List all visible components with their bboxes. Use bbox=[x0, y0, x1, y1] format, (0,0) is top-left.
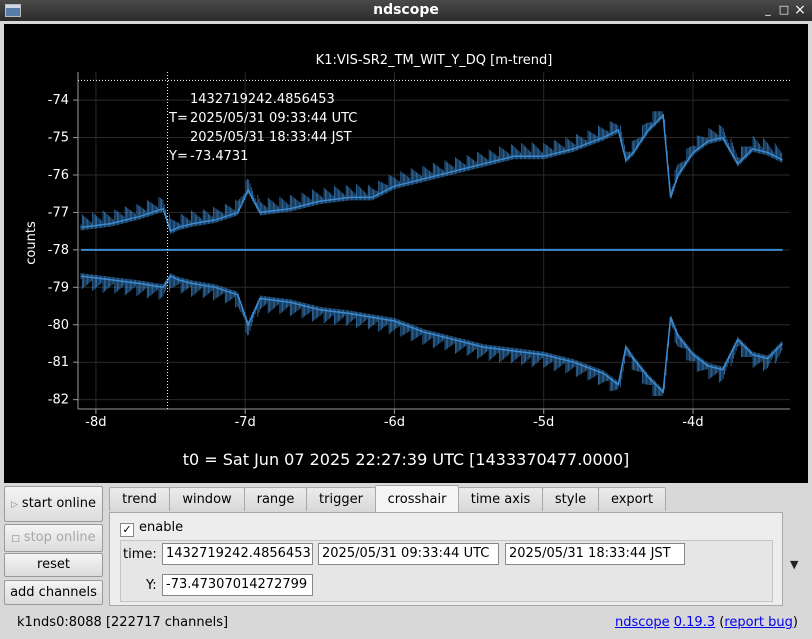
y-tick-label-8: -82 bbox=[48, 393, 69, 408]
plot-title: K1:VIS-SR2_TM_WIT_Y_DQ [m-trend] bbox=[316, 53, 553, 68]
y-tick-label-5: -79 bbox=[48, 280, 69, 295]
y-tick-label-2: -76 bbox=[48, 168, 69, 183]
crosshair-t-prefix: T= bbox=[169, 111, 188, 126]
t0-label: t0 = Sat Jun 07 2025 22:27:39 UTC [14333… bbox=[182, 450, 630, 469]
x-tick-label-0: -8d bbox=[85, 415, 106, 430]
y-tick-label-1: -75 bbox=[48, 131, 69, 146]
y-axis-label: counts bbox=[24, 221, 39, 265]
crosshair-panel: ✓ enable time: 1432719242.4856453 2025/05… bbox=[109, 512, 783, 606]
start-online-button[interactable]: ▷ start online bbox=[4, 486, 103, 522]
collapse-panel-icon[interactable]: ▼ bbox=[790, 558, 798, 571]
crosshair-utc: 2025/05/31 09:33:44 UTC bbox=[190, 111, 358, 126]
enable-checkbox-row[interactable]: ✓ enable bbox=[120, 520, 183, 537]
status-links: ndscope 0.19.3 (report bug) bbox=[615, 615, 798, 630]
channel-count: [222717 channels] bbox=[105, 615, 229, 630]
window-title: ndscope bbox=[373, 2, 439, 18]
add-channels-button[interactable]: add channels bbox=[4, 580, 103, 605]
stop-online-button[interactable]: □ stop online bbox=[4, 524, 103, 552]
series-min bbox=[80, 273, 784, 396]
time-gps-field[interactable]: 1432719242.4856453 bbox=[162, 543, 313, 565]
y-label: Y: bbox=[146, 578, 157, 593]
play-icon: ▷ bbox=[11, 500, 18, 510]
crosshair-gps: 1432719242.4856453 bbox=[190, 92, 335, 107]
crosshair-jst: 2025/05/31 18:33:44 JST bbox=[190, 130, 352, 145]
y-tick-label-7: -81 bbox=[48, 355, 69, 370]
tab-export[interactable]: export bbox=[598, 487, 666, 511]
y-tick-label-0: -74 bbox=[48, 93, 69, 108]
enable-label: enable bbox=[139, 520, 184, 535]
x-tick-label-1: -7d bbox=[235, 415, 256, 430]
server-address: k1nds0:8088 bbox=[17, 615, 102, 630]
stop-icon: □ bbox=[11, 534, 20, 544]
time-label: time: bbox=[123, 547, 157, 562]
y-tick-label-3: -77 bbox=[48, 205, 69, 220]
crosshair-fields: time: 1432719242.4856453 2025/05/31 09:3… bbox=[120, 540, 773, 602]
crosshair-y: -73.4731 bbox=[190, 149, 249, 164]
x-tick-label-3: -5d bbox=[533, 415, 554, 430]
tab-crosshair[interactable]: crosshair bbox=[375, 485, 459, 513]
y-tick-label-6: -80 bbox=[48, 318, 69, 333]
tab-trigger[interactable]: trigger bbox=[306, 487, 376, 511]
tab-range[interactable]: range bbox=[244, 487, 307, 511]
crosshair-y-prefix: Y= bbox=[169, 149, 188, 164]
app-link[interactable]: ndscope bbox=[615, 615, 670, 630]
crosshair-readout: 1432719242.4856453 T= 2025/05/31 09:33:44… bbox=[169, 90, 357, 166]
status-server: k1nds0:8088 [222717 channels] bbox=[17, 615, 228, 630]
report-bug-link[interactable]: report bug bbox=[724, 615, 793, 630]
time-jst-field[interactable]: 2025/05/31 18:33:44 JST bbox=[505, 543, 685, 565]
version-link[interactable]: 0.19.3 bbox=[674, 615, 715, 630]
minimize-button[interactable]: _ bbox=[760, 2, 776, 18]
x-tick-label-2: -6d bbox=[384, 415, 405, 430]
time-utc-field[interactable]: 2025/05/31 09:33:44 UTC bbox=[318, 543, 499, 565]
axes: -74 -75 -76 -77 -78 -79 -80 -81 -82 -8d -7d -6d -5d -… bbox=[48, 72, 790, 430]
window-titlebar: ndscope _ □ × bbox=[0, 0, 812, 21]
plot-area[interactable]: K1:VIS-SR2_TM_WIT_Y_DQ [m-trend] counts … bbox=[4, 24, 808, 483]
close-button[interactable]: × bbox=[792, 2, 808, 18]
y-value-field[interactable]: -73.47307014272799 bbox=[162, 574, 313, 596]
trend-plot[interactable]: K1:VIS-SR2_TM_WIT_Y_DQ [m-trend] counts … bbox=[4, 24, 808, 483]
y-tick-label-4: -78 bbox=[48, 243, 69, 258]
x-tick-label-4: -4d bbox=[682, 415, 703, 430]
reset-button[interactable]: reset bbox=[4, 553, 103, 577]
tab-window[interactable]: window bbox=[169, 487, 245, 511]
tab-time-axis[interactable]: time axis bbox=[458, 487, 543, 511]
enable-checkbox[interactable]: ✓ bbox=[120, 523, 134, 537]
maximize-button[interactable]: □ bbox=[776, 2, 792, 18]
tab-trend[interactable]: trend bbox=[109, 487, 170, 511]
paren-close: ) bbox=[792, 615, 798, 630]
tab-style[interactable]: style bbox=[542, 487, 599, 511]
